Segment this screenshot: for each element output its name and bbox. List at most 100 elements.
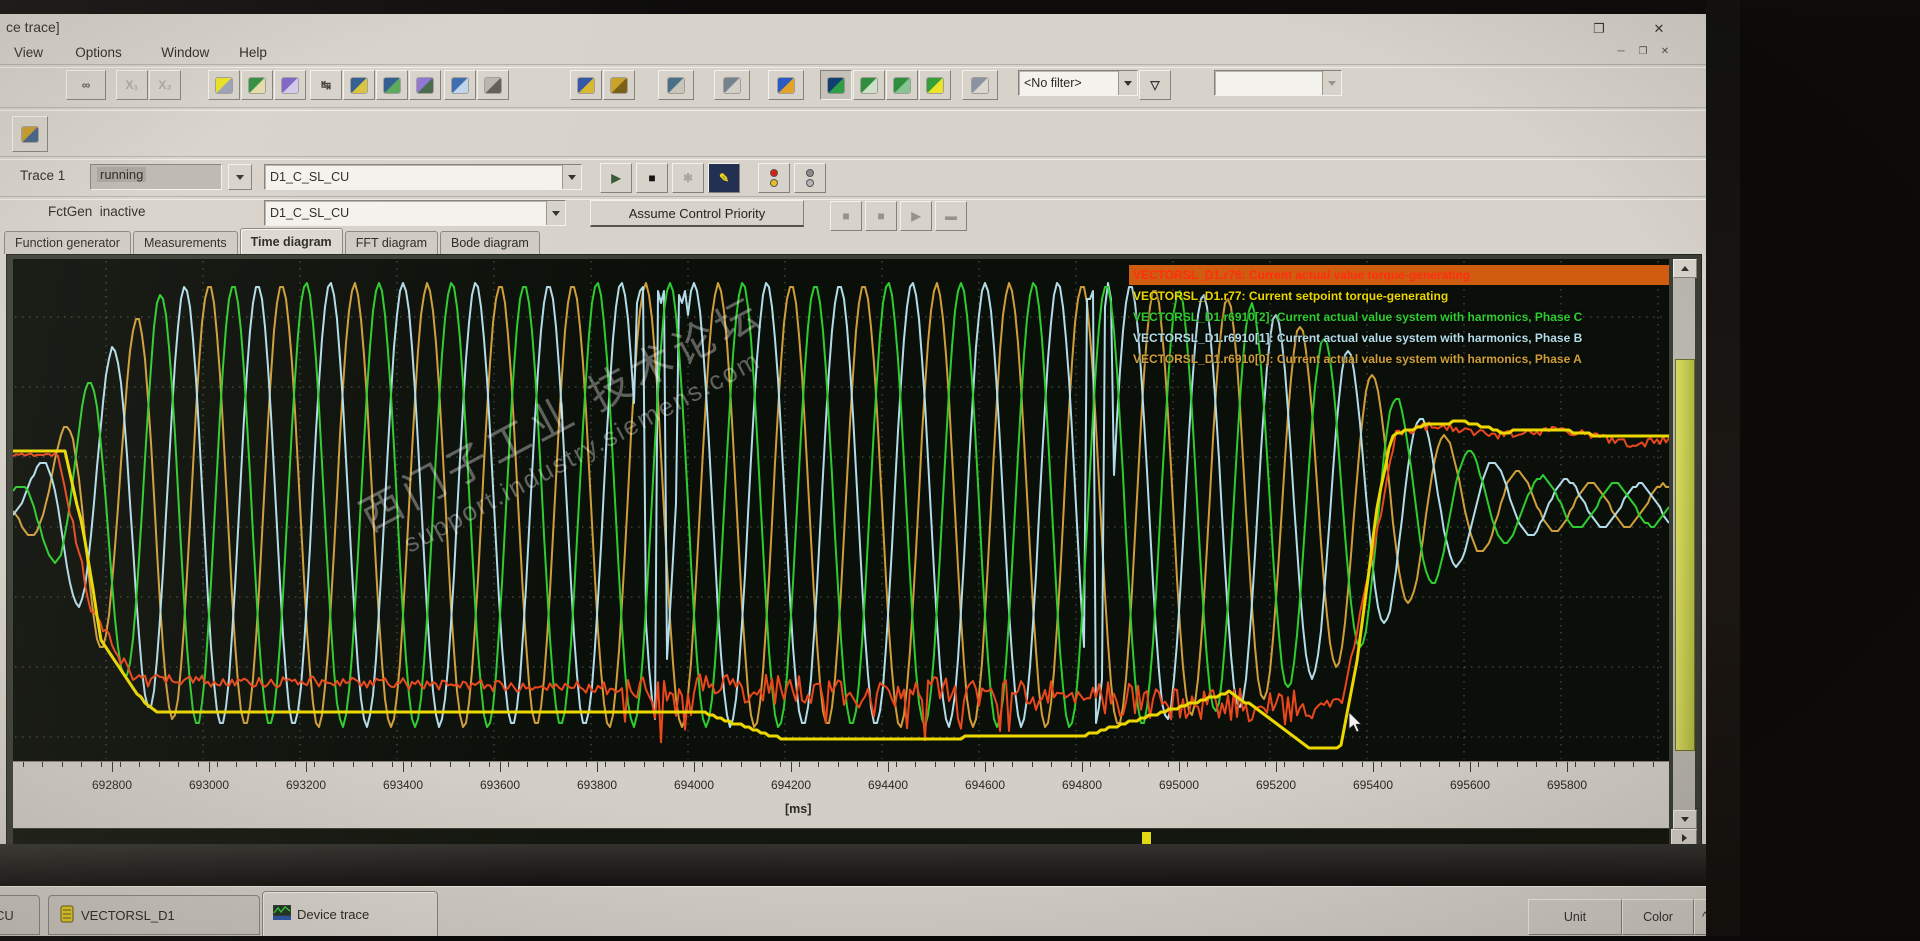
trigger-position-marker[interactable] [1141, 831, 1152, 845]
link-signals-button-glyph: ∞ [81, 78, 91, 92]
edit-filter-button[interactable]: ▽ [1139, 70, 1171, 100]
close-window-button[interactable]: ✕ [1646, 20, 1672, 38]
x-tick-label: 693000 [188, 778, 230, 792]
connect-online-button[interactable] [570, 70, 602, 100]
minor-tick [585, 762, 587, 767]
duplicate-chart-button[interactable] [409, 70, 441, 100]
copy-trace-button[interactable] [274, 70, 306, 100]
fft-diagram-view-button[interactable] [853, 70, 885, 100]
upload-chart-button[interactable] [343, 70, 375, 100]
minor-tick [1109, 762, 1111, 767]
fctgen-stop1-button[interactable]: ■ [830, 201, 862, 231]
signal-assignment-button[interactable] [768, 70, 804, 100]
restore-window-button[interactable]: ❐ [1586, 20, 1612, 38]
vertical-scrollbar[interactable] [1673, 259, 1697, 829]
filter-combobox[interactable]: <No filter> [1018, 70, 1138, 96]
trace-status-dropdown-button[interactable] [228, 164, 252, 190]
minor-tick [411, 762, 412, 767]
bottom-tab-device-trace[interactable]: Device trace [262, 891, 438, 936]
minor-tick [139, 762, 141, 767]
minor-tick [449, 762, 451, 767]
chevron-down-icon[interactable] [546, 201, 565, 225]
x1-axis-button[interactable]: X₁ [116, 70, 148, 100]
fctgen-record-button-glyph: ▬ [945, 209, 957, 223]
align-cursors-button[interactable]: ↹ [310, 70, 342, 100]
table-header-unit[interactable]: Unit [1528, 899, 1622, 935]
assume-control-priority-button[interactable]: Assume Control Priority [590, 200, 804, 227]
major-tick [306, 762, 307, 772]
mdi-restore-button[interactable]: ❐ [1634, 45, 1652, 59]
fctgen-start-button[interactable]: ▶ [900, 201, 932, 231]
minor-tick [624, 762, 626, 767]
x-tick-label: 694600 [964, 778, 1006, 792]
legend-row[interactable]: VECTORSL_D1.r77: Current setpoint torque… [1129, 286, 1448, 306]
stop-trace-button[interactable]: ■ [636, 163, 668, 193]
chart-plot-area[interactable]: 西门子工业 技术论坛 support.industry.siemens.com … [13, 259, 1669, 761]
new-trace-config-button[interactable] [208, 70, 240, 100]
minor-tick [1051, 762, 1053, 767]
start-trace-button[interactable]: ▶ [600, 163, 632, 193]
trace-options-button[interactable]: ✱ [672, 163, 704, 193]
print-button[interactable] [477, 70, 509, 100]
scroll-down-button[interactable] [1673, 810, 1697, 829]
bottom-tab-vectorsl_d1[interactable]: VECTORSL_D1 [48, 895, 260, 935]
minor-tick [1187, 762, 1188, 767]
chevron-down-icon[interactable] [1118, 71, 1137, 95]
tab-measurements[interactable]: Measurements [132, 231, 238, 254]
tab-time-diagram[interactable]: Time diagram [239, 228, 343, 254]
search-combobox[interactable] [1214, 70, 1342, 96]
tab-fft-diagram[interactable]: FFT diagram [344, 231, 439, 254]
trace-overview-button[interactable] [12, 116, 48, 152]
time-diagram-view-button[interactable] [820, 70, 852, 100]
x2-axis-button[interactable]: X₂ [149, 70, 181, 100]
fctgen-stop2-button[interactable]: ■ [865, 201, 897, 231]
trace-status-red-button[interactable] [758, 163, 790, 193]
load-to-pg-button[interactable] [603, 70, 635, 100]
menu-window[interactable]: Window [157, 44, 213, 61]
scroll-up-button[interactable] [1673, 259, 1697, 278]
horizontal-scroll-strip[interactable] [13, 829, 1669, 845]
measurement-cursor-button-icon [724, 77, 740, 93]
minor-tick [236, 762, 238, 767]
table-header-color[interactable]: Color [1622, 899, 1694, 935]
measurement-cursor-button[interactable] [714, 70, 750, 100]
legend-row[interactable]: VECTORSL_D1.r6910[1]: Current actual val… [1129, 328, 1582, 348]
open-trace-button[interactable] [241, 70, 273, 100]
fctgen-device-combobox[interactable]: D1_C_SL_CU [264, 200, 566, 226]
download-chart-button[interactable] [376, 70, 408, 100]
legend-row[interactable]: VECTORSL_D1.r6910[0]: Current actual val… [1129, 349, 1582, 369]
edit-trace-button[interactable]: ✎ [708, 163, 740, 193]
trace-status-combobox[interactable]: running [90, 164, 222, 190]
minor-tick [527, 762, 529, 767]
chevron-down-icon[interactable] [1322, 71, 1341, 95]
legend-row[interactable]: VECTORSL_D1.r6910[2]: Current actual val… [1129, 307, 1582, 327]
chevron-down-icon[interactable] [562, 165, 581, 189]
refresh-diagram-button[interactable] [919, 70, 951, 100]
vertical-scroll-thumb[interactable] [1675, 359, 1695, 751]
bode-diagram-view-button[interactable] [886, 70, 918, 100]
trace-status-gray-button[interactable] [794, 163, 826, 193]
table-scroll-up-button[interactable]: ^ [1694, 899, 1706, 935]
menu-help[interactable]: Help [235, 44, 271, 61]
toolbar-group [1214, 70, 1342, 96]
tab-function-generator[interactable]: Function generator [4, 231, 131, 254]
link-signals-button[interactable]: ∞ [66, 70, 106, 100]
mdi-close-button[interactable]: ✕ [1656, 45, 1674, 59]
trace-device-combobox[interactable]: D1_C_SL_CU [264, 164, 582, 190]
x-tick-label: 694000 [673, 778, 715, 792]
fctgen-record-button[interactable]: ▬ [935, 201, 967, 231]
export-diagram-button[interactable] [962, 70, 998, 100]
menu-view[interactable]: View [10, 44, 47, 61]
zoom-selection-button[interactable] [658, 70, 694, 100]
minor-tick [818, 762, 820, 767]
trace-icon [272, 904, 292, 923]
minor-tick [1594, 762, 1596, 767]
edit-trace-button-glyph: ✎ [718, 171, 730, 185]
bottom-tab-cu[interactable]: CU [0, 895, 40, 935]
menu-options[interactable]: Options [71, 44, 126, 61]
mdi-minimize-button[interactable]: ─ [1612, 45, 1630, 59]
tab-bode-diagram[interactable]: Bode diagram [440, 231, 540, 254]
legend-row[interactable]: VECTORSL_D1.r78: Current actual value to… [1129, 265, 1669, 285]
minor-tick [1400, 762, 1402, 767]
display-options-button[interactable] [444, 70, 476, 100]
